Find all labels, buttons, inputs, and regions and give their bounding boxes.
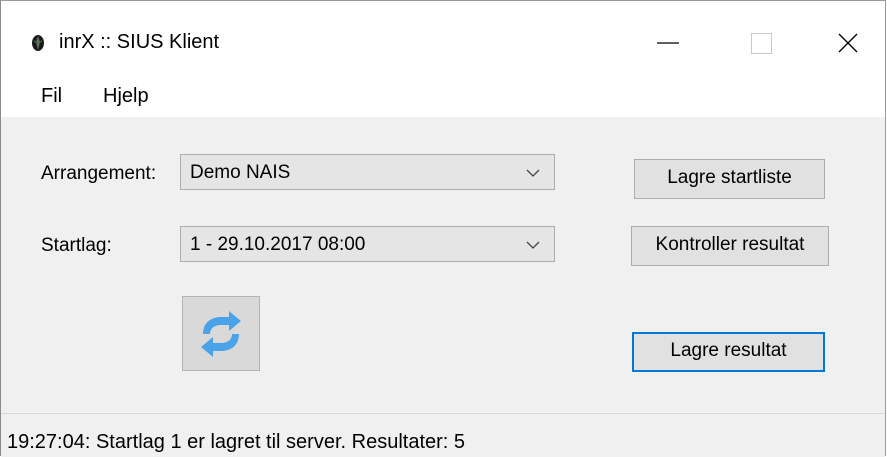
maximize-button[interactable]	[715, 15, 807, 71]
status-text: 19:27:04: Startlag 1 er lagret til serve…	[7, 431, 466, 453]
menu-item-fil[interactable]: Fil	[35, 83, 68, 110]
refresh-icon	[201, 311, 241, 357]
minimize-icon	[657, 42, 679, 44]
close-icon	[838, 33, 858, 53]
menu-item-hjelp[interactable]: Hjelp	[97, 83, 155, 110]
minimize-button[interactable]	[623, 15, 715, 71]
window-title: inrX :: SIUS Klient	[59, 31, 220, 53]
startlag-value: 1 - 29.10.2017 08:00	[190, 234, 366, 255]
title-bar[interactable]: inrX :: SIUS Klient	[1, 1, 885, 79]
app-logo-icon	[32, 35, 44, 51]
check-result-button[interactable]: Kontroller resultat	[631, 226, 829, 266]
close-button[interactable]	[807, 15, 887, 71]
arrangement-label: Arrangement:	[41, 163, 157, 184]
save-startlist-button[interactable]: Lagre startliste	[634, 159, 825, 199]
chevron-down-icon	[526, 241, 540, 249]
app-window: inrX :: SIUS Klient Fil Hjelp Arrangemen…	[0, 0, 886, 457]
menu-bar: Fil Hjelp	[1, 79, 885, 117]
main-panel: Arrangement: Demo NAIS Startlag: 1 - 29.…	[1, 117, 885, 413]
startlag-label: Startlag:	[41, 235, 112, 256]
save-result-button[interactable]: Lagre resultat	[632, 332, 825, 372]
maximize-icon	[751, 33, 772, 54]
status-bar: 19:27:04: Startlag 1 er lagret til serve…	[1, 413, 885, 457]
startlag-select[interactable]: 1 - 29.10.2017 08:00	[180, 226, 555, 262]
refresh-button[interactable]	[182, 296, 260, 371]
arrangement-select[interactable]: Demo NAIS	[180, 154, 555, 190]
arrangement-value: Demo NAIS	[190, 162, 291, 183]
chevron-down-icon	[526, 169, 540, 177]
